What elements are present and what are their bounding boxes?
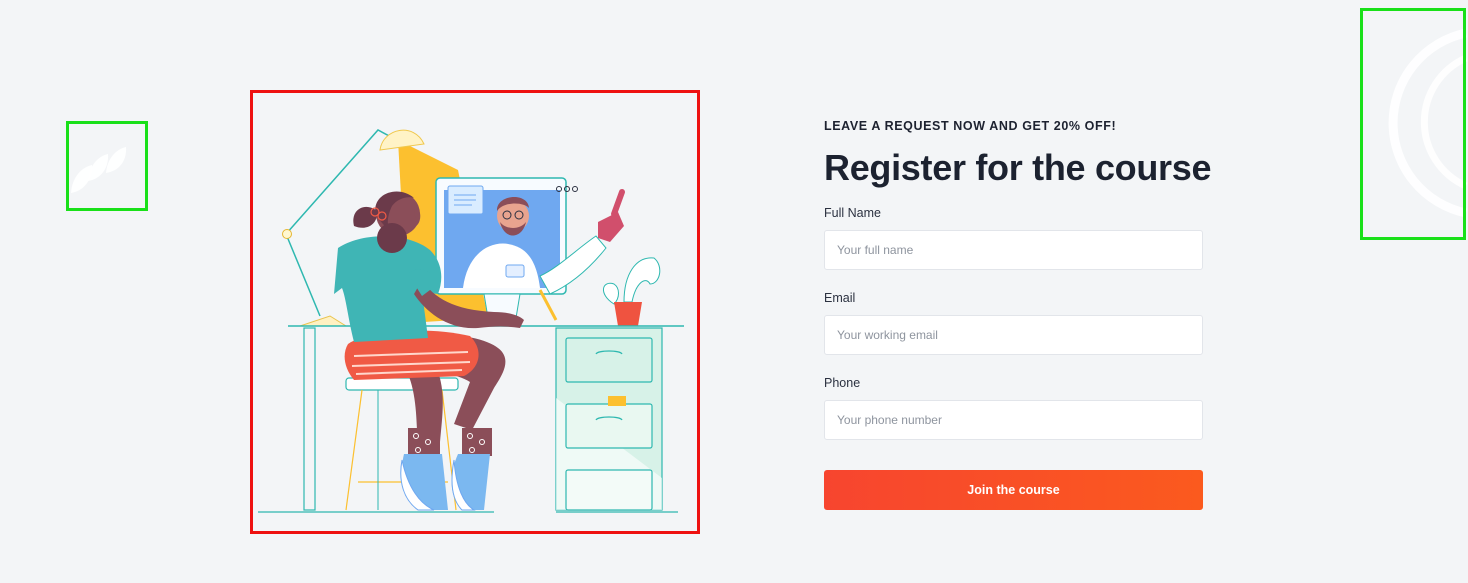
promo-text: LEAVE A REQUEST NOW AND GET 20% OFF! [824, 119, 1117, 133]
full-name-input[interactable] [824, 230, 1203, 270]
email-label: Email [824, 291, 856, 305]
full-name-label: Full Name [824, 206, 881, 220]
highlight-frame-left [66, 121, 148, 211]
phone-label: Phone [824, 376, 861, 390]
phone-input[interactable] [824, 400, 1203, 440]
registration-form: LEAVE A REQUEST NOW AND GET 20% OFF! Reg… [824, 118, 1212, 510]
email-field-group: Email [824, 290, 1204, 355]
page-title: Register for the course [824, 147, 1212, 188]
join-course-button[interactable]: Join the course [824, 470, 1203, 510]
phone-field-group: Phone [824, 375, 1204, 440]
highlight-frame-illustration [250, 90, 700, 534]
full-name-field-group: Full Name [824, 205, 1204, 270]
registration-page: LEAVE A REQUEST NOW AND GET 20% OFF! Reg… [0, 0, 1468, 583]
email-input[interactable] [824, 315, 1203, 355]
highlight-frame-right [1360, 8, 1466, 240]
